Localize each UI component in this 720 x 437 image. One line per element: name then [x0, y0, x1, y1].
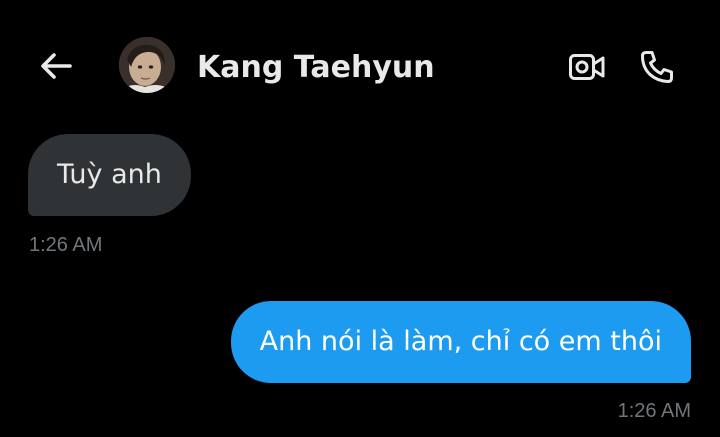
avatar-image — [119, 37, 175, 93]
voice-call-button[interactable] — [636, 46, 678, 88]
received-message-bubble[interactable]: Tuỳ anh — [28, 134, 191, 216]
conversation-header: Kang Taehyun — [0, 0, 720, 120]
video-camera-icon — [569, 54, 605, 80]
sent-message-timestamp: 1:26 AM — [617, 400, 691, 422]
phone-icon — [641, 51, 673, 83]
arrow-left-icon — [41, 53, 72, 79]
received-message-timestamp: 1:26 AM — [29, 234, 103, 256]
avatar[interactable] — [119, 37, 175, 93]
contact-name[interactable]: Kang Taehyun — [197, 48, 435, 88]
sent-message-bubble[interactable]: Anh nói là làm, chỉ có em thôi — [230, 301, 691, 383]
video-call-button[interactable] — [566, 48, 608, 86]
back-button[interactable] — [36, 48, 76, 84]
